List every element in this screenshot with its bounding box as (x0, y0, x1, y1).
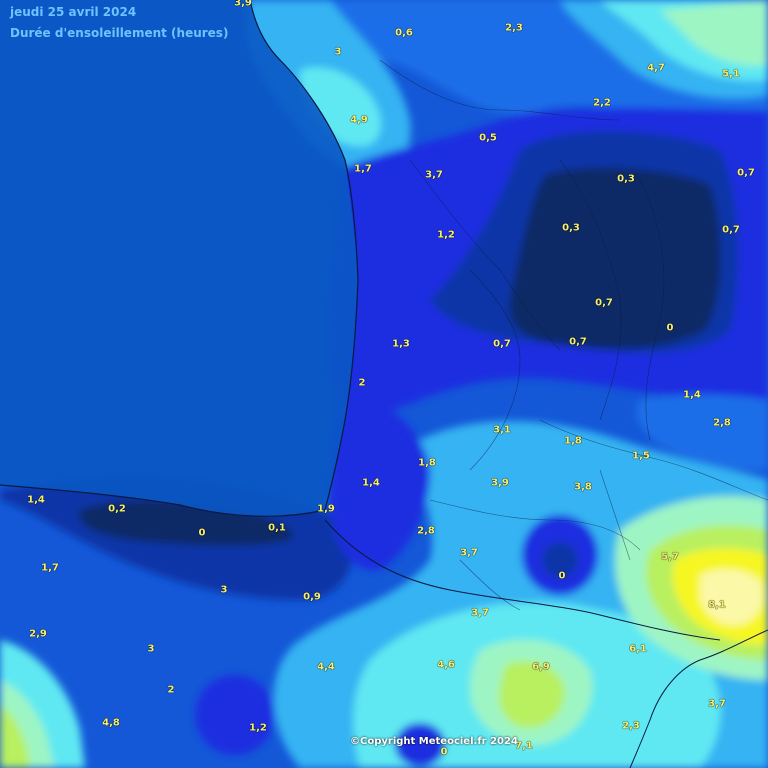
value-label: 2,3 (622, 720, 640, 732)
value-label: 2,8 (417, 525, 435, 537)
value-label: 0,3 (562, 222, 580, 234)
value-label: 0,5 (479, 132, 497, 144)
value-label: 6,1 (629, 643, 647, 655)
value-label: 3 (334, 46, 342, 58)
value-label: 2,3 (505, 22, 523, 34)
value-label: 1,4 (27, 494, 45, 506)
value-label: 3,7 (460, 547, 478, 559)
value-label: 0 (558, 570, 566, 582)
value-label: 3,7 (708, 698, 726, 710)
value-label: 1,2 (249, 722, 267, 734)
value-label: 1,7 (354, 163, 372, 175)
value-label: 0,7 (569, 336, 587, 348)
value-label: 2,2 (593, 97, 611, 109)
value-label: 5,1 (722, 68, 740, 80)
value-label: 0,3 (617, 173, 635, 185)
map-background (0, 0, 768, 768)
value-label: 6,9 (532, 661, 550, 673)
value-label: 3,9 (234, 0, 252, 9)
value-label: 0,2 (108, 503, 126, 515)
value-label: 1,8 (418, 457, 436, 469)
value-label: 5,7 (661, 551, 679, 563)
value-label: 3 (147, 643, 155, 655)
value-label: 1,7 (41, 562, 59, 574)
value-label: 2,9 (29, 628, 47, 640)
field-center-darkest (509, 167, 721, 350)
value-label: 0,6 (395, 27, 413, 39)
value-label: 3,7 (471, 607, 489, 619)
value-label: 3,7 (425, 169, 443, 181)
value-label: 3 (220, 584, 228, 596)
value-label: 8,1 (708, 599, 726, 611)
value-label: 1,2 (437, 229, 455, 241)
value-label: 0,7 (493, 338, 511, 350)
copyright-notice: ©Copyright Meteociel.fr 2024 (350, 736, 518, 747)
value-label: 4,9 (350, 114, 368, 126)
value-label: 4,4 (317, 661, 335, 673)
value-label: 2 (167, 684, 175, 696)
value-label: 0,7 (737, 167, 755, 179)
value-label: 2,8 (713, 417, 731, 429)
value-label: 1,4 (683, 389, 701, 401)
value-label: 3,9 (491, 477, 509, 489)
value-label: 1,4 (362, 477, 380, 489)
value-label: 1,9 (317, 503, 335, 515)
value-label: 4,7 (647, 62, 665, 74)
sunshine-map: jeudi 25 avril 2024 Durée d'ensoleilleme… (0, 0, 768, 768)
value-label: 0,7 (595, 297, 613, 309)
value-label: 4,6 (437, 659, 455, 671)
value-label: 3,1 (493, 424, 511, 436)
value-label: 0 (666, 322, 674, 334)
value-label: 3,8 (574, 481, 592, 493)
field-cell-sea (195, 675, 275, 755)
map-date: jeudi 25 avril 2024 (10, 5, 137, 19)
value-label: 0 (198, 527, 206, 539)
value-label: 0,1 (268, 522, 286, 534)
value-label: 1,8 (564, 435, 582, 447)
map-parameter-title: Durée d'ensoleillement (heures) (10, 26, 229, 40)
value-label: 2 (358, 377, 366, 389)
value-label: 0,7 (722, 224, 740, 236)
value-label: 1,5 (632, 450, 650, 462)
value-label: 4,8 (102, 717, 120, 729)
value-label: 1,3 (392, 338, 410, 350)
value-label: 0 (440, 746, 448, 758)
value-label: 0,9 (303, 591, 321, 603)
